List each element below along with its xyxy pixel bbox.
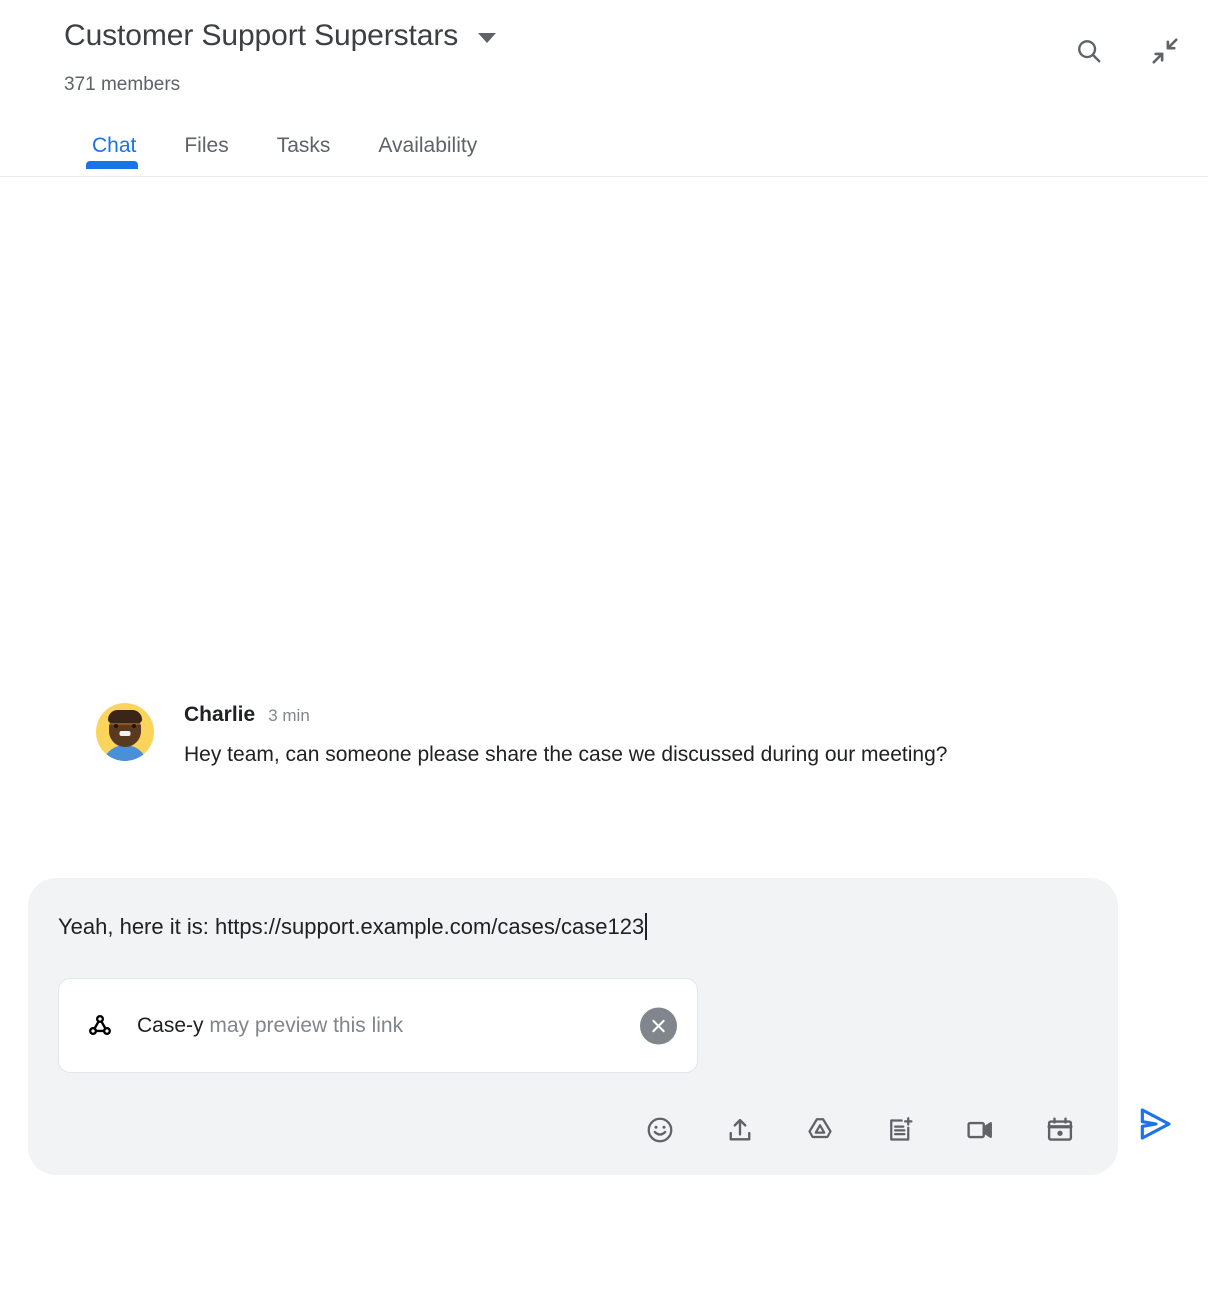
- text-caret: [645, 913, 648, 940]
- message-composer[interactable]: Yeah, here it is: https://support.exampl…: [28, 878, 1171, 1175]
- avatar-eye-left: [114, 724, 118, 728]
- tab-files[interactable]: Files: [160, 118, 252, 173]
- emoji-icon[interactable]: [638, 1108, 682, 1152]
- avatar-beard: [109, 725, 141, 747]
- avatar-eye-right: [132, 724, 136, 728]
- message-meta: Charlie 3 min: [184, 703, 1136, 727]
- close-icon[interactable]: [640, 1007, 677, 1044]
- tab-tasks[interactable]: Tasks: [253, 118, 355, 173]
- tab-chat[interactable]: Chat: [64, 118, 160, 173]
- chevron-down-icon[interactable]: [478, 33, 497, 43]
- message-text: Hey team, can someone please share the c…: [184, 743, 948, 766]
- avatar-mouth: [119, 731, 131, 736]
- webhook-icon: [85, 1011, 115, 1041]
- upload-icon[interactable]: [718, 1108, 762, 1152]
- link-preview-text: Case-y may preview this link: [137, 1014, 403, 1038]
- send-icon[interactable]: [1130, 1099, 1180, 1149]
- tab-bar: Chat Files Tasks Availability: [64, 118, 501, 173]
- member-count: 371 members: [64, 74, 181, 95]
- link-preview-app-name: Case-y: [137, 1013, 204, 1037]
- chat-header: Customer Support Superstars 371 members: [0, 0, 1208, 177]
- avatar-shirt: [102, 745, 148, 761]
- message-author: Charlie: [184, 703, 256, 726]
- header-actions: [1068, 30, 1186, 72]
- link-preview-suffix: may preview this link: [203, 1013, 404, 1037]
- message-timestamp: 3 min: [268, 706, 310, 725]
- link-preview-chip: Case-y may preview this link: [58, 978, 698, 1073]
- composer-toolbar: [58, 1103, 1171, 1157]
- search-icon[interactable]: [1068, 30, 1110, 72]
- message-list: Charlie 3 min Hey team, can someone plea…: [0, 177, 1208, 867]
- chat-panel: Customer Support Superstars 371 members: [0, 0, 1208, 1290]
- calendar-icon[interactable]: [1038, 1108, 1082, 1152]
- message-input[interactable]: Yeah, here it is: https://support.exampl…: [58, 912, 648, 942]
- google-drive-icon[interactable]: [798, 1108, 842, 1152]
- message-item: Charlie 3 min Hey team, can someone plea…: [96, 703, 1136, 775]
- avatar[interactable]: [96, 703, 154, 761]
- avatar-hair: [108, 710, 142, 723]
- collapse-icon[interactable]: [1144, 30, 1186, 72]
- page-title: Customer Support Superstars: [64, 19, 459, 52]
- room-title-row[interactable]: Customer Support Superstars: [64, 14, 497, 58]
- video-camera-icon[interactable]: [958, 1108, 1002, 1152]
- tab-availability[interactable]: Availability: [354, 118, 501, 173]
- message-input-value: Yeah, here it is: https://support.exampl…: [58, 914, 645, 939]
- message-body: Charlie 3 min Hey team, can someone plea…: [184, 703, 1136, 775]
- create-doc-icon[interactable]: [878, 1108, 922, 1152]
